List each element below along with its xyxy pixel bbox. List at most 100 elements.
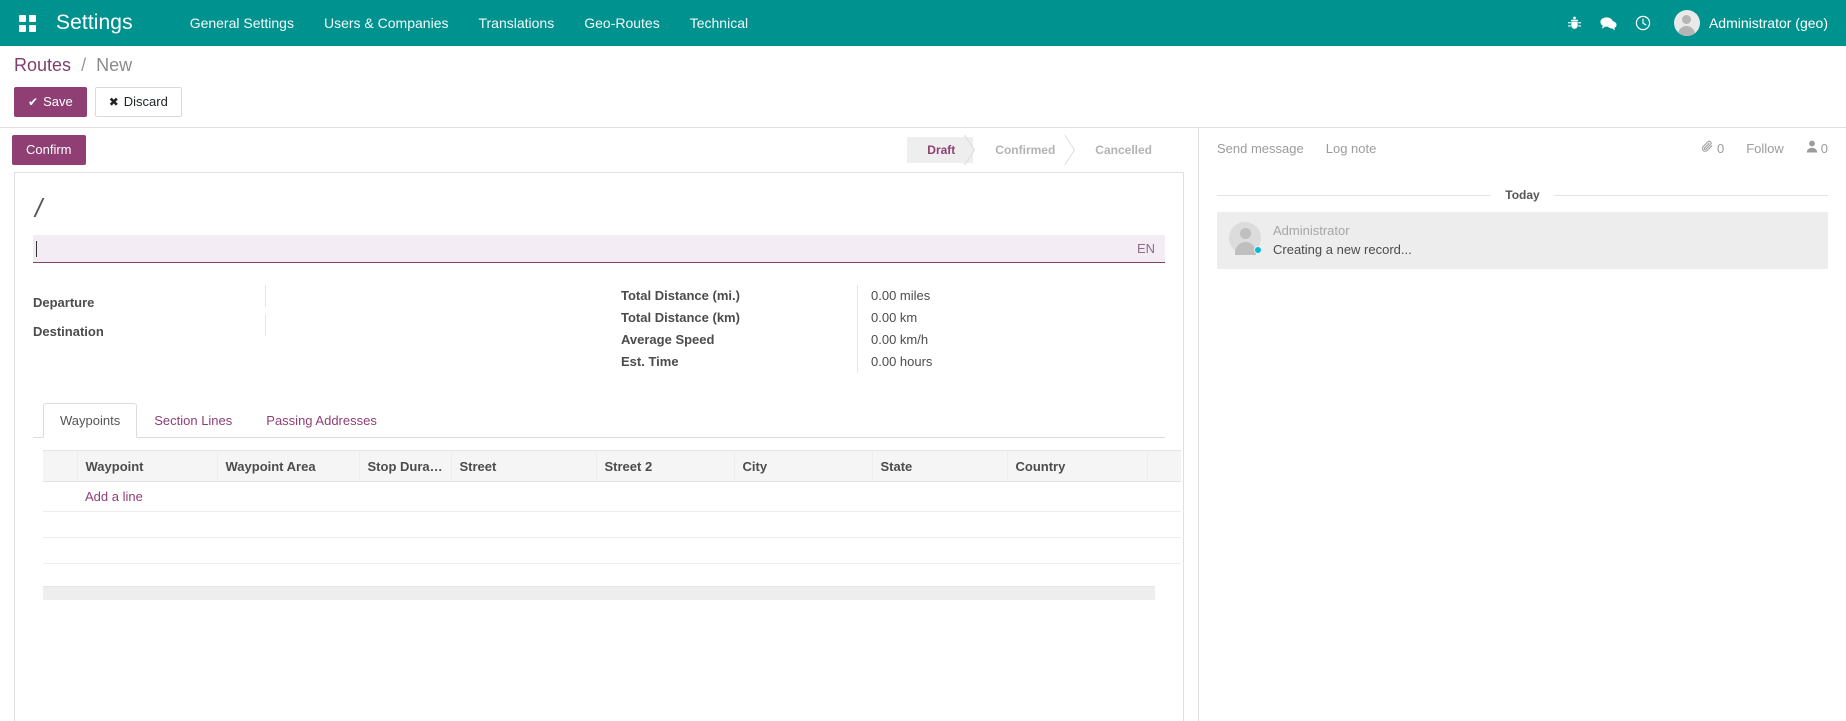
navbar-systray: Administrator (geo) [1558, 0, 1832, 46]
field-total-distance-km-label: Total Distance (km) [621, 307, 857, 329]
menu-item-general-settings[interactable]: General Settings [175, 0, 309, 46]
add-a-line-button[interactable]: Add a line [85, 489, 143, 504]
chatter-panel: Send message Log note 0 Follow [1198, 127, 1846, 721]
text-cursor [36, 241, 37, 257]
notebook-tabs: Waypoints Section Lines Passing Addresse… [33, 403, 1165, 438]
language-badge[interactable]: EN [1137, 241, 1157, 256]
apps-grid-icon[interactable] [6, 0, 48, 46]
breadcrumb-separator: / [81, 55, 86, 75]
menu-item-translations[interactable]: Translations [463, 0, 569, 46]
log-note-button[interactable]: Log note [1326, 141, 1377, 156]
bug-icon[interactable] [1558, 0, 1592, 46]
column-waypoint-area[interactable]: Waypoint Area [217, 451, 359, 482]
attachments-counter[interactable]: 0 [1701, 140, 1724, 156]
list-footer-bar [43, 586, 1155, 600]
field-average-speed-label: Average Speed [621, 329, 857, 351]
chatter-message-author[interactable]: Administrator [1273, 222, 1816, 240]
field-est-time-value: 0.00 hours [857, 351, 1165, 373]
confirm-button[interactable]: Confirm [12, 135, 86, 165]
save-button[interactable]: ✔ Save [14, 87, 87, 117]
status-step-confirmed[interactable]: Confirmed [973, 137, 1073, 163]
breadcrumb-item-current: New [96, 55, 132, 75]
statusbar-buttons: Confirm [0, 135, 86, 165]
add-line-row[interactable]: Add a line [43, 482, 1181, 512]
day-separator-label: Today [1491, 188, 1553, 202]
menu-item-users-companies[interactable]: Users & Companies [309, 0, 464, 46]
page-title: / [33, 191, 1165, 225]
status-step-cancelled[interactable]: Cancelled [1073, 137, 1170, 163]
avatar [1229, 222, 1261, 254]
tab-waypoints[interactable]: Waypoints [43, 403, 137, 438]
user-menu[interactable]: Administrator (geo) [1660, 0, 1832, 46]
day-separator-line-right [1554, 195, 1828, 196]
app-body: Confirm Draft Confirmed Cancelled / EN D… [0, 127, 1846, 721]
field-total-distance-mi-value: 0.00 miles [857, 285, 1165, 307]
column-street2[interactable]: Street 2 [596, 451, 734, 482]
top-navbar: Settings General Settings Users & Compan… [0, 0, 1846, 46]
column-selector [43, 451, 77, 482]
field-destination: Destination [33, 314, 599, 343]
column-options [1147, 451, 1181, 482]
form-view: Confirm Draft Confirmed Cancelled / EN D… [0, 127, 1198, 721]
breadcrumb-item-routes[interactable]: Routes [14, 55, 71, 75]
status-pipeline: Draft Confirmed Cancelled [907, 137, 1170, 163]
notebook: Waypoints Section Lines Passing Addresse… [33, 403, 1165, 600]
user-icon [1806, 140, 1821, 156]
send-message-button[interactable]: Send message [1217, 141, 1304, 156]
record-actions: ✔ Save ✖ Discard [14, 87, 1832, 127]
field-total-distance-km-value: 0.00 km [857, 307, 1165, 329]
control-panel: Routes / New ✔ Save ✖ Discard [0, 46, 1846, 127]
breadcrumb: Routes / New [14, 54, 1832, 78]
column-waypoint[interactable]: Waypoint [77, 451, 217, 482]
status-step-draft[interactable]: Draft [907, 137, 973, 163]
app-brand-title[interactable]: Settings [56, 11, 133, 35]
discard-button-label: Discard [124, 93, 168, 111]
column-stop-duration[interactable]: Stop Durati... [359, 451, 451, 482]
tab-section-lines[interactable]: Section Lines [137, 403, 249, 438]
field-departure: Departure [33, 285, 599, 314]
menu-item-geo-routes[interactable]: Geo-Routes [569, 0, 674, 46]
followers-count: 0 [1821, 141, 1828, 156]
form-group-left: Departure Destination [33, 285, 599, 373]
column-street[interactable]: Street [451, 451, 596, 482]
paperclip-icon [1701, 140, 1717, 156]
add-line-cell: Add a line [77, 482, 1181, 512]
field-destination-value[interactable] [265, 314, 599, 336]
discard-button[interactable]: ✖ Discard [95, 87, 182, 117]
field-total-distance-km: Total Distance (km) 0.00 km [621, 307, 1165, 329]
column-state[interactable]: State [872, 451, 1007, 482]
add-line-spacer [43, 482, 77, 512]
table-body: Add a line [43, 482, 1181, 564]
chatter-message-text: Creating a new record... [1273, 241, 1816, 259]
username-label: Administrator (geo) [1709, 15, 1828, 31]
field-destination-label: Destination [33, 321, 265, 343]
followers-counter[interactable]: 0 [1806, 140, 1828, 156]
table-row [43, 538, 1181, 564]
form-groups: Departure Destination Total Distance (mi… [33, 285, 1165, 373]
online-status-dot [1254, 246, 1262, 254]
navbar-menu: General Settings Users & Companies Trans… [175, 0, 763, 46]
menu-item-technical[interactable]: Technical [675, 0, 763, 46]
column-country[interactable]: Country [1007, 451, 1147, 482]
table-header-row: Waypoint Waypoint Area Stop Durati... St… [43, 451, 1181, 482]
close-icon: ✖ [109, 93, 119, 111]
day-separator-line-left [1217, 195, 1491, 196]
field-departure-label: Departure [33, 292, 265, 314]
table-row [43, 512, 1181, 538]
messages-icon[interactable] [1592, 0, 1626, 46]
waypoints-list: Waypoint Waypoint Area Stop Durati... St… [33, 450, 1165, 564]
avatar [1674, 10, 1700, 36]
attachments-count: 0 [1717, 141, 1724, 156]
save-button-label: Save [43, 93, 73, 111]
field-total-distance-mi-label: Total Distance (mi.) [621, 285, 857, 307]
day-separator: Today [1217, 188, 1828, 202]
follow-button[interactable]: Follow [1746, 141, 1784, 156]
tab-passing-addresses[interactable]: Passing Addresses [249, 403, 394, 438]
column-city[interactable]: City [734, 451, 872, 482]
name-input[interactable]: EN [33, 235, 1165, 263]
field-departure-value[interactable] [265, 285, 599, 307]
activity-clock-icon[interactable] [1626, 0, 1660, 46]
chatter-toolbar-right: 0 Follow 0 [1679, 140, 1828, 156]
field-est-time-label: Est. Time [621, 351, 857, 373]
waypoints-table: Waypoint Waypoint Area Stop Durati... St… [43, 450, 1181, 564]
